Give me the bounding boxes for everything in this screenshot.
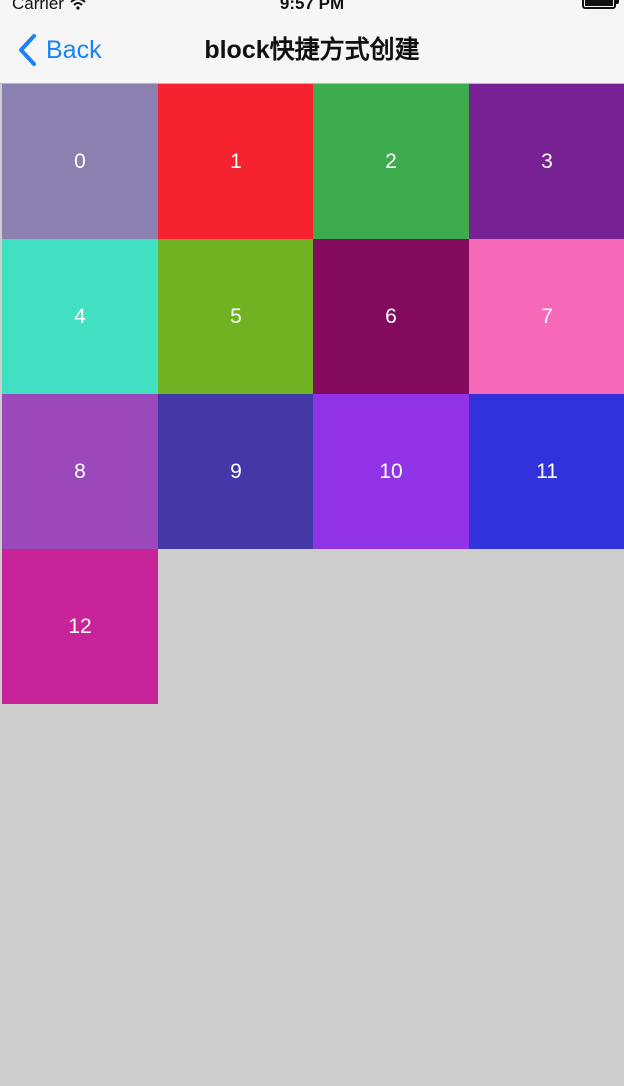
app-screen: Carrier 9:57 PM Back block快捷方式创建 0123456… <box>0 0 624 1086</box>
grid-block-label: 12 <box>68 614 92 638</box>
grid-block-0[interactable]: 0 <box>2 84 158 239</box>
status-time: 9:57 PM <box>279 0 345 13</box>
grid-block-12[interactable]: 12 <box>2 549 158 704</box>
grid-block-7[interactable]: 7 <box>469 239 624 394</box>
grid-block-label: 4 <box>74 304 86 328</box>
grid-block-label: 1 <box>230 149 242 173</box>
grid-block-label: 9 <box>230 459 242 483</box>
grid-block-label: 3 <box>541 149 553 173</box>
grid-block-label: 6 <box>385 304 397 328</box>
grid-block-label: 10 <box>379 459 403 483</box>
grid-block-label: 11 <box>536 459 558 483</box>
grid-block-1[interactable]: 1 <box>158 84 314 239</box>
grid-block-10[interactable]: 10 <box>313 394 469 549</box>
status-bar: Carrier 9:57 PM <box>0 0 624 14</box>
navigation-bar: Back block快捷方式创建 <box>0 14 624 84</box>
grid-block-label: 0 <box>74 149 86 173</box>
grid-block-4[interactable]: 4 <box>2 239 158 394</box>
grid-block-6[interactable]: 6 <box>313 239 469 394</box>
grid-block-label: 8 <box>74 459 86 483</box>
grid-block-9[interactable]: 9 <box>158 394 314 549</box>
grid-block-label: 2 <box>385 149 397 173</box>
grid-block-label: 7 <box>541 304 553 328</box>
grid-block-3[interactable]: 3 <box>469 84 624 239</box>
grid-block-2[interactable]: 2 <box>313 84 469 239</box>
grid-block-5[interactable]: 5 <box>158 239 314 394</box>
grid-block-8[interactable]: 8 <box>2 394 158 549</box>
grid-block-label: 5 <box>230 304 242 328</box>
grid-block-11[interactable]: 11 <box>469 394 624 549</box>
battery-icon <box>582 0 619 9</box>
page-title: block快捷方式创建 <box>204 36 420 64</box>
